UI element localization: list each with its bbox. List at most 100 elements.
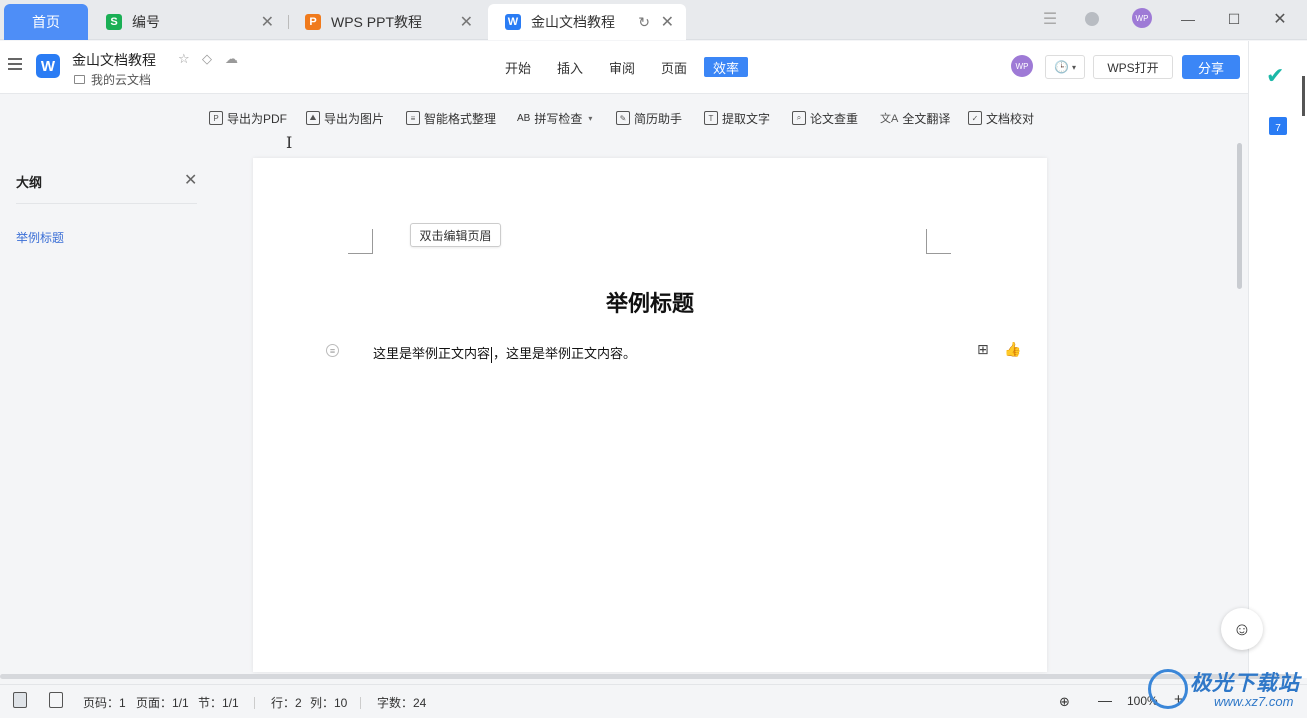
resume-assistant-button[interactable]: ✎ 简历助手 bbox=[616, 108, 682, 128]
close-icon[interactable]: ✕ bbox=[261, 12, 274, 32]
menu-icon[interactable]: ☰ bbox=[1040, 8, 1060, 30]
export-image-button[interactable]: ⛰ 导出为图片 bbox=[306, 108, 384, 128]
menu-review[interactable]: 审阅 bbox=[606, 57, 638, 77]
column-number: 列：10 bbox=[310, 696, 348, 710]
right-rail: ✔ 7 bbox=[1248, 41, 1307, 678]
writer-app-icon: W bbox=[505, 14, 521, 30]
paragraph-handle-icon[interactable]: ≡ bbox=[326, 344, 339, 357]
section-count: 节：1/1 bbox=[198, 696, 239, 710]
wps-open-button[interactable]: WPS打开 bbox=[1093, 55, 1173, 79]
message-icon[interactable] bbox=[1082, 8, 1102, 30]
user-avatar[interactable]: WP bbox=[1011, 55, 1033, 77]
tab-bar: 首页 S 编号 ✕ P WPS PPT教程 ✕ W 金山文档教程 ↻ ✕ ☰ W… bbox=[0, 0, 1307, 40]
document-search-icon: ⌕ bbox=[792, 111, 806, 125]
divider bbox=[360, 697, 361, 709]
page-count: 页面：1/1 bbox=[136, 696, 189, 710]
avatar[interactable]: WP bbox=[1132, 8, 1152, 28]
refresh-icon[interactable]: ↻ bbox=[638, 14, 650, 31]
vertical-scrollbar[interactable] bbox=[1237, 143, 1242, 289]
toolbar-label: 导出为PDF bbox=[227, 111, 288, 126]
edit-header-tooltip[interactable]: 双击编辑页眉 bbox=[410, 223, 501, 247]
smart-format-button[interactable]: ≡ 智能格式整理 bbox=[406, 108, 496, 128]
share-button[interactable]: 分享 bbox=[1182, 55, 1240, 79]
toolbar-label: 文档校对 bbox=[986, 111, 1035, 126]
doc-header: W 金山文档教程 我的云文档 ☆ ◇ ☁ 开始 插入 审阅 页面 效率 WP 🕒… bbox=[0, 41, 1248, 94]
page-view-icon[interactable] bbox=[13, 692, 27, 708]
cloud-icon[interactable]: ☁ bbox=[225, 51, 238, 67]
close-window-icon[interactable]: ✕ bbox=[1270, 8, 1290, 30]
sheet-app-icon: S bbox=[106, 14, 122, 30]
translate-button[interactable]: 文A 全文翻译 bbox=[880, 108, 950, 128]
text-caret bbox=[491, 346, 493, 363]
outline-title: 大纲 bbox=[16, 175, 43, 190]
spell-check-button[interactable]: AB 拼写检查 ▾ bbox=[517, 108, 592, 128]
tab-home[interactable]: 首页 bbox=[4, 4, 88, 40]
window-scrollbar[interactable] bbox=[1302, 76, 1305, 116]
tab-kdocs-tutorial[interactable]: W 金山文档教程 ↻ ✕ bbox=[488, 4, 686, 40]
horizontal-scrollbar[interactable] bbox=[0, 674, 1297, 679]
minimize-icon[interactable]: — bbox=[1178, 8, 1198, 30]
watermark-logo: 极光下载站 www.xz7.com bbox=[1148, 664, 1303, 714]
watermark-url: www.xz7.com bbox=[1214, 694, 1294, 709]
outline-view-icon[interactable] bbox=[49, 692, 63, 708]
check-tool-icon[interactable]: ✔ bbox=[1266, 63, 1284, 89]
proofread-icon: ✓ bbox=[968, 111, 982, 125]
toolbar-label: 全文翻译 bbox=[902, 111, 951, 126]
close-icon[interactable]: ✕ bbox=[460, 12, 473, 32]
watermark-emblem bbox=[1148, 669, 1188, 709]
toolbar-label: 导出为图片 bbox=[324, 111, 385, 126]
proofread-button[interactable]: ✓ 文档校对 bbox=[968, 108, 1034, 128]
chevron-down-icon: ▾ bbox=[1071, 62, 1076, 72]
tab-numbering[interactable]: S 编号 ✕ bbox=[106, 4, 286, 40]
maximize-icon[interactable]: ☐ bbox=[1224, 8, 1244, 30]
doc-title[interactable]: 金山文档教程 bbox=[72, 50, 156, 70]
close-icon[interactable]: ✕ bbox=[184, 170, 197, 190]
assistant-mascot-icon[interactable]: ☺ bbox=[1221, 608, 1263, 650]
translate-icon: 文A bbox=[880, 113, 899, 125]
toolbar-label: 拼写检查 bbox=[534, 111, 583, 126]
extract-text-icon: T bbox=[704, 111, 718, 125]
menu-efficiency[interactable]: 效率 bbox=[704, 57, 748, 77]
zoom-out-icon[interactable]: — bbox=[1098, 692, 1112, 708]
document-heading[interactable]: 举例标题 bbox=[253, 286, 1047, 318]
menu-start[interactable]: 开始 bbox=[502, 57, 534, 77]
paragraph-text: ，这里是举例正文内容。 bbox=[493, 346, 637, 361]
close-icon[interactable]: ✕ bbox=[661, 12, 674, 32]
tag-icon[interactable]: ◇ bbox=[202, 51, 212, 67]
thumbs-up-icon[interactable]: 👍 bbox=[1004, 341, 1021, 358]
tab-wps-ppt[interactable]: P WPS PPT教程 ✕ bbox=[305, 4, 485, 40]
watermark-text: 极光下载站 bbox=[1190, 672, 1300, 695]
spell-check-icon: AB bbox=[517, 112, 531, 124]
add-comment-icon[interactable]: ⊞ bbox=[977, 341, 989, 358]
tab-label: WPS PPT教程 bbox=[331, 14, 423, 30]
history-button[interactable]: 🕒 ▾ bbox=[1045, 55, 1085, 79]
tab-label: 金山文档教程 bbox=[531, 14, 615, 30]
image-icon: ⛰ bbox=[306, 111, 320, 125]
export-pdf-button[interactable]: P 导出为PDF bbox=[209, 108, 287, 128]
paragraph-text: 这里是举例正文内容 bbox=[373, 346, 491, 361]
extract-text-button[interactable]: T 提取文字 bbox=[704, 108, 770, 128]
doc-location[interactable]: 我的云文档 bbox=[74, 71, 151, 88]
hamburger-menu-icon[interactable] bbox=[8, 58, 22, 70]
resume-icon: ✎ bbox=[616, 111, 630, 125]
document-paragraph[interactable]: 这里是举例正文内容 ，这里是举例正文内容。 bbox=[373, 343, 636, 363]
page-corner-mark bbox=[926, 229, 951, 254]
toolbar-label: 简历助手 bbox=[634, 111, 683, 126]
tab-label: 编号 bbox=[132, 14, 160, 30]
toolbar-label: 提取文字 bbox=[722, 111, 771, 126]
word-count[interactable]: 字数：24 bbox=[377, 694, 426, 711]
document-page[interactable]: 双击编辑页眉 举例标题 ≡ 这里是举例正文内容 ，这里是举例正文内容。 ⊞ 👍 bbox=[253, 158, 1047, 672]
menu-insert[interactable]: 插入 bbox=[554, 57, 586, 77]
star-icon[interactable]: ☆ bbox=[178, 51, 190, 67]
format-icon: ≡ bbox=[406, 111, 420, 125]
wps-writer-logo: W bbox=[36, 54, 60, 78]
calendar-icon[interactable]: 7 bbox=[1269, 117, 1287, 135]
menu-page[interactable]: 页面 bbox=[658, 57, 690, 77]
outline-item[interactable]: 举例标题 bbox=[16, 229, 64, 246]
divider bbox=[16, 203, 197, 204]
plagiarism-check-button[interactable]: ⌕ 论文查重 bbox=[792, 108, 858, 128]
toolbar-label: 智能格式整理 bbox=[424, 111, 497, 126]
globe-icon[interactable]: ⊕ bbox=[1059, 694, 1070, 710]
page-number: 页码：1 bbox=[83, 696, 126, 710]
chevron-down-icon[interactable]: ▾ bbox=[588, 114, 592, 123]
